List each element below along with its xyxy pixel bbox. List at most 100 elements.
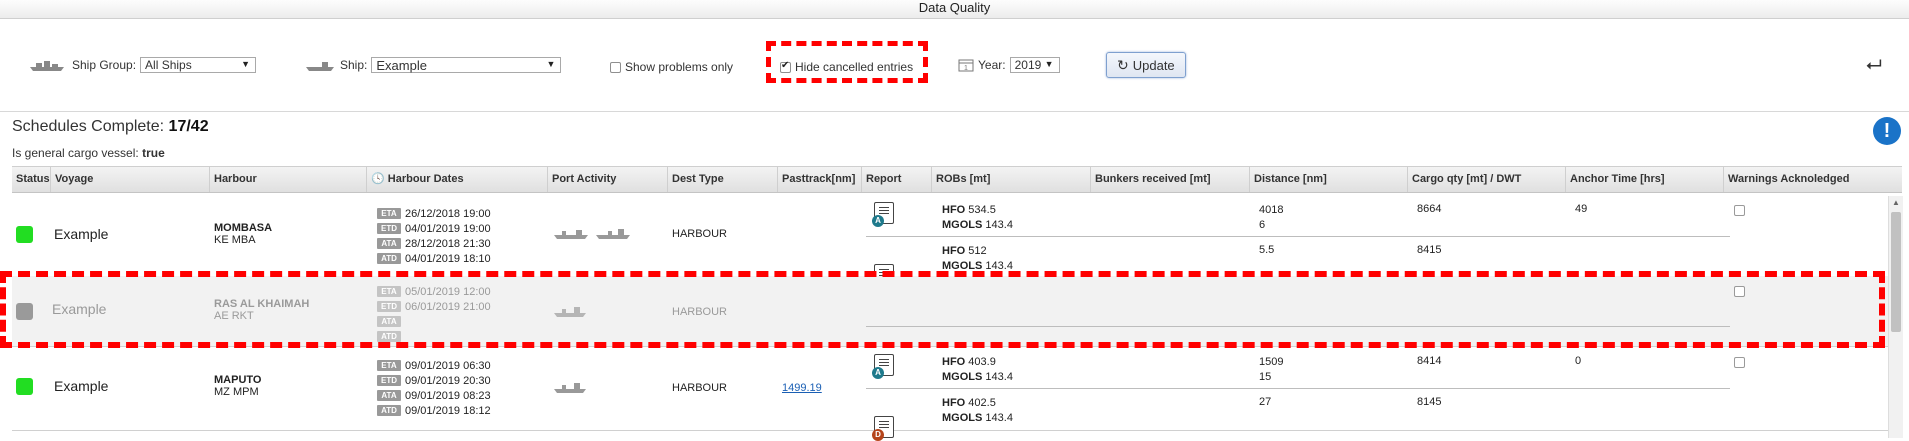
date-value: 26/12/2018 19:00: [405, 207, 491, 220]
col-harbour-dates-label: Harbour Dates: [387, 173, 464, 185]
back-arrow-icon[interactable]: ⮠: [1866, 19, 1882, 111]
fuel-value: 143.4: [985, 371, 1013, 383]
warning-ack-checkbox[interactable]: [1734, 205, 1745, 216]
fuel-value: 143.4: [985, 412, 1013, 424]
ship-group-select[interactable]: All Ships ▼: [140, 57, 257, 73]
pasttrack-link[interactable]: 1499.19: [782, 382, 822, 394]
robs-arrival: HFO 534.5 MGOLS 143.4: [942, 203, 1013, 233]
col-voyage[interactable]: Voyage: [50, 167, 209, 192]
table-row[interactable]: Example MAPUTO MZ MPM ETA 09/01/2019 06:3…: [12, 348, 1888, 441]
voyage-name[interactable]: Example: [54, 226, 108, 242]
harbour-code: MZ MPM: [214, 386, 259, 398]
date-tag: ETA: [377, 208, 401, 219]
cargo-vessel-label: Is general cargo vessel:: [12, 146, 139, 160]
date-value: 09/01/2019 18:12: [405, 404, 491, 417]
date-tag: ATA: [377, 390, 401, 401]
fuel-label: HFO: [942, 245, 966, 257]
arrival-report-icon[interactable]: A: [872, 202, 894, 227]
alert-icon[interactable]: !: [1873, 117, 1901, 145]
col-report[interactable]: Report: [861, 167, 931, 192]
col-robs[interactable]: ROBs [mt]: [931, 167, 1090, 192]
anchor-time: 49: [1575, 203, 1588, 215]
cargo-vessel-value: true: [142, 146, 165, 160]
year-select[interactable]: 2019 ▼: [1009, 57, 1060, 73]
date-tag: ETD: [377, 375, 401, 386]
toolbar: Ship Group: All Ships ▼ Ship: Example ▼ …: [0, 19, 1909, 112]
warning-ack-checkbox[interactable]: [1734, 357, 1745, 368]
col-dest-type[interactable]: Dest Type: [667, 167, 777, 192]
schedules-label: Schedules Complete:: [12, 118, 165, 135]
highlight-box: [766, 41, 928, 83]
schedules-summary: Schedules Complete: 17/42: [12, 118, 209, 136]
cargo-arrival: 8414: [1417, 355, 1442, 367]
ship-value: Example: [376, 57, 427, 73]
date-value: 04/01/2019 18:10: [405, 252, 491, 265]
fuel-value: 512: [968, 245, 987, 257]
fuel-value: 534.5: [968, 204, 996, 216]
harbour: MOMBASA KE MBA: [214, 222, 272, 246]
ship-select[interactable]: Example ▼: [371, 57, 562, 73]
sub-divider: [866, 236, 1730, 237]
show-problems-toggle[interactable]: Show problems only: [610, 21, 733, 113]
date-tag: ETA: [377, 360, 401, 371]
highlight-box: [0, 271, 1885, 348]
fuel-label: MGOLS: [942, 371, 983, 383]
sub-divider: [866, 388, 1730, 389]
update-button[interactable]: ↻ Update: [1106, 52, 1186, 78]
scroll-up-icon[interactable]: ▲: [1892, 198, 1900, 207]
col-pasttrack[interactable]: Pasttrack[nm]: [777, 167, 861, 192]
voyage-name[interactable]: Example: [54, 378, 108, 394]
col-anchor-time[interactable]: Anchor Time [hrs]: [1565, 167, 1723, 192]
col-harbour-dates[interactable]: 🕓 Harbour Dates: [366, 167, 547, 192]
report-badge: D: [872, 429, 884, 441]
col-harbour[interactable]: Harbour: [209, 167, 366, 192]
distance-departure: 5.5: [1259, 244, 1275, 256]
dest-type: HARBOUR: [672, 382, 728, 394]
ship-group-label: Ship Group:: [72, 58, 137, 72]
update-label: Update: [1132, 57, 1175, 73]
anchor-time: 0: [1575, 355, 1582, 367]
date-value: 09/01/2019 06:30: [405, 359, 491, 372]
table-scrollbar[interactable]: ▲: [1888, 196, 1903, 438]
show-problems-checkbox[interactable]: [610, 61, 621, 73]
date-tag: ATA: [377, 238, 401, 249]
distance-departure: 27: [1259, 396, 1272, 408]
fuel-label: MGOLS: [942, 412, 983, 424]
harbour-name: MOMBASA: [214, 222, 273, 234]
table-row[interactable]: Example MOMBASA KE MBA ETA 26/12/2018 19:…: [12, 196, 1888, 289]
harbour: MAPUTO MZ MPM: [214, 374, 261, 398]
col-port-activity[interactable]: Port Activity: [547, 167, 667, 192]
col-cargo-qty[interactable]: Cargo qty [mt] / DWT: [1407, 167, 1565, 192]
date-value: 09/01/2019 20:30: [405, 374, 491, 387]
pasttrack-cell: 1499.19: [782, 382, 822, 394]
scroll-thumb[interactable]: [1891, 212, 1901, 332]
chevron-down-icon: ▼: [241, 59, 251, 69]
ship-filter: Ship: Example ▼: [304, 19, 562, 111]
col-distance[interactable]: Distance [nm]: [1249, 167, 1407, 192]
departure-report-icon[interactable]: D: [872, 416, 894, 441]
table-header: Status Voyage Harbour 🕓 Harbour Dates Po…: [12, 166, 1902, 193]
fuel-value: 143.4: [985, 219, 1013, 231]
ship-group-filter: Ship Group: All Ships ▼: [28, 19, 257, 111]
chevron-down-icon: ▼: [1044, 59, 1054, 69]
distance-value: 15: [1259, 371, 1272, 383]
fuel-label: MGOLS: [942, 219, 983, 231]
arrival-report-icon[interactable]: A: [872, 354, 894, 379]
robs-departure: HFO 402.5 MGOLS 143.4: [942, 396, 1013, 426]
col-warnings[interactable]: Warnings Acknoledged: [1723, 167, 1902, 192]
harbour-name: MAPUTO: [214, 374, 262, 386]
cargo-vessel-info: Is general cargo vessel: true: [12, 146, 165, 160]
harbour-dates: ETA 26/12/2018 19:00 ETD 04/01/2019 19:00 …: [377, 206, 491, 266]
col-bunkers[interactable]: Bunkers received [mt]: [1090, 167, 1249, 192]
ship-icon: [306, 62, 334, 71]
status-indicator: [16, 226, 33, 243]
chevron-down-icon: ▼: [546, 59, 556, 69]
date-tag: ATD: [377, 253, 401, 264]
distance-value: 4018: [1259, 204, 1284, 216]
ship-group-value: All Ships: [145, 58, 192, 72]
distance-arrival: 4018 6: [1259, 203, 1283, 233]
date-value: 04/01/2019 19:00: [405, 222, 491, 235]
distance-arrival: 1509 15: [1259, 355, 1283, 385]
fuel-value: 403.9: [968, 356, 996, 368]
col-status[interactable]: Status: [12, 167, 50, 192]
